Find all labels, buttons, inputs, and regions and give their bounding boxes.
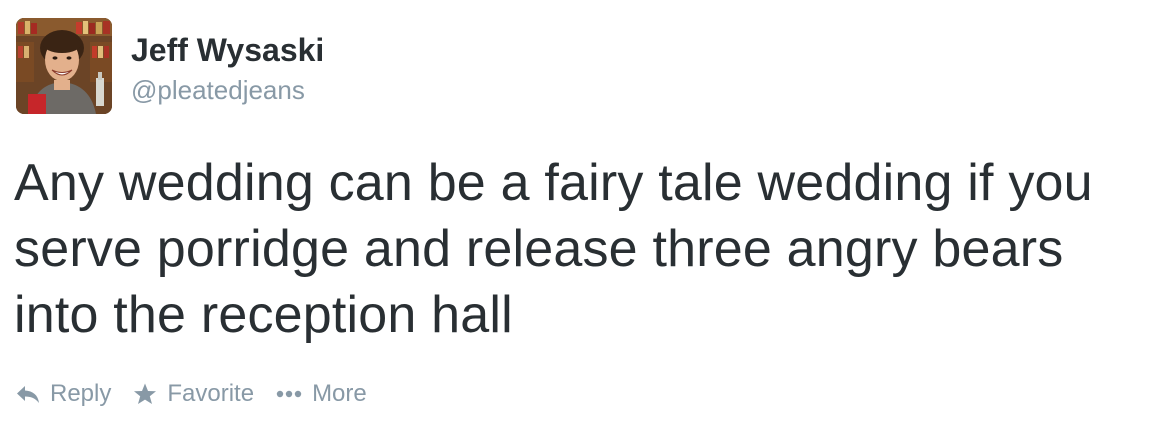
avatar-photo: [16, 18, 112, 114]
reply-icon: [16, 384, 40, 404]
favorite-label: Favorite: [167, 380, 255, 407]
avatar[interactable]: [16, 18, 112, 114]
more-button[interactable]: More: [276, 380, 367, 408]
reply-label: Reply: [50, 380, 112, 407]
author-name[interactable]: Jeff Wysaski: [131, 30, 324, 70]
more-label: More: [312, 380, 367, 407]
favorite-button[interactable]: Favorite: [133, 380, 254, 408]
ellipsis-icon: [276, 389, 302, 399]
tweet-actions: Reply Favorite More: [16, 374, 389, 414]
reply-button[interactable]: Reply: [16, 380, 111, 408]
tweet-text: Any wedding can be a fairy tale wedding …: [14, 154, 1093, 344]
star-icon: [133, 382, 157, 406]
author-handle[interactable]: @pleatedjeans: [131, 74, 305, 106]
tweet-card: Jeff Wysaski @pleatedjeans Any wedding c…: [0, 0, 1160, 422]
